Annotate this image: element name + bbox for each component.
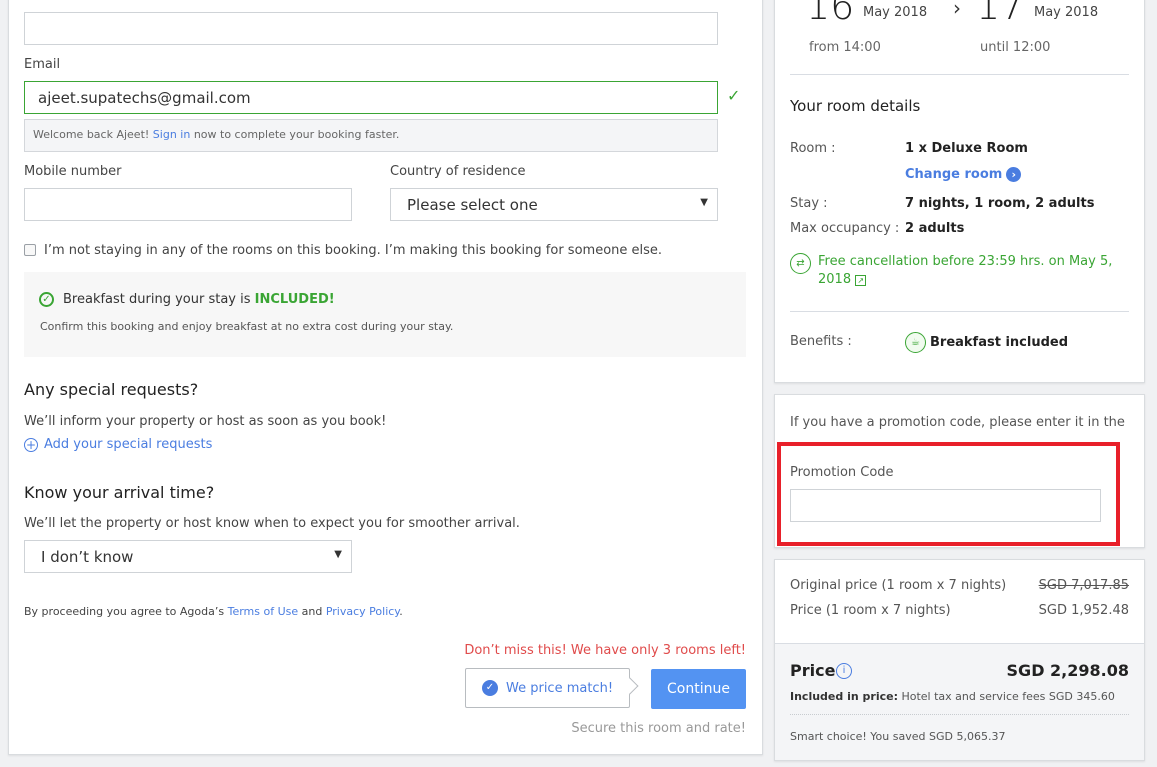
someone-else-label: I’m not staying in any of the rooms on t… xyxy=(44,243,663,258)
secure-room-text: Secure this room and rate! xyxy=(571,721,746,736)
free-cancellation-icon: ⇄ xyxy=(790,253,811,274)
welcome-back-hint: Welcome back Ajeet! Sign in now to compl… xyxy=(24,119,718,152)
arrival-desc: We’ll let the property or host know when… xyxy=(24,516,520,531)
check-badge-icon: ✓ xyxy=(482,680,498,696)
included-in-price: Included in price: Hotel tax and service… xyxy=(790,690,1115,703)
benefits-value: Breakfast included xyxy=(930,335,1069,350)
checkin-time: from 14:00 xyxy=(809,40,881,55)
email-label: Email xyxy=(24,57,61,72)
email-input[interactable]: ajeet.supatechs@gmail.com xyxy=(24,81,718,114)
chevron-right-icon: › xyxy=(1006,167,1022,182)
stay-label: Stay : xyxy=(790,196,828,211)
booking-summary-card xyxy=(774,0,1145,383)
add-special-requests-link[interactable]: + Add your special requests xyxy=(24,437,212,452)
total-price-value: SGD 2,298.08 xyxy=(1006,661,1129,680)
room-value: 1 x Deluxe Room xyxy=(905,141,1028,156)
dotted-divider xyxy=(790,714,1129,715)
promo-intro: If you have a promotion code, please ent… xyxy=(790,415,1125,430)
external-link-icon[interactable]: ↗ xyxy=(855,275,867,286)
special-requests-heading: Any special requests? xyxy=(24,380,199,399)
plus-circle-icon: + xyxy=(24,437,38,452)
arrival-heading: Know your arrival time? xyxy=(24,483,215,502)
price-value: SGD 1,952.48 xyxy=(1038,603,1129,618)
arrival-time-select[interactable]: I don’t know ▼ xyxy=(24,540,352,573)
stay-value: 7 nights, 1 room, 2 adults xyxy=(905,196,1095,211)
special-requests-desc: We’ll inform your property or host as so… xyxy=(24,414,387,429)
room-label: Room : xyxy=(790,141,836,156)
checkout-month: May 2018 xyxy=(1034,5,1099,20)
check-circle-icon: ✓ xyxy=(39,292,54,307)
total-price-label: Price xyxy=(790,661,836,680)
privacy-policy-link[interactable]: Privacy Policy xyxy=(326,605,399,618)
savings-text: Smart choice! You saved SGD 5,065.37 xyxy=(790,730,1006,743)
occupancy-value: 2 adults xyxy=(905,221,965,236)
checkin-day: 16 xyxy=(806,0,855,28)
benefits-label: Benefits : xyxy=(790,334,852,349)
mobile-input[interactable] xyxy=(24,188,352,221)
checkin-month: May 2018 xyxy=(863,5,928,20)
info-icon[interactable]: i xyxy=(836,663,852,679)
breakfast-title: Breakfast during your stay is INCLUDED! xyxy=(63,292,335,307)
change-room-link[interactable]: Change room › xyxy=(905,167,1022,182)
highlight-annotation-box xyxy=(777,442,1120,546)
continue-button[interactable]: Continue xyxy=(651,669,746,709)
sign-in-link[interactable]: Sign in xyxy=(153,128,191,141)
checkout-time: until 12:00 xyxy=(980,40,1051,55)
terms-of-use-link[interactable]: Terms of Use xyxy=(228,605,299,618)
price-match-badge[interactable]: ✓ We price match! xyxy=(465,668,630,708)
country-select[interactable]: Please select one ▼ xyxy=(390,188,718,221)
name-label: First and last name xyxy=(24,0,149,3)
dropdown-arrow-icon: ▼ xyxy=(700,197,708,208)
checkout-day: 17 xyxy=(976,0,1025,28)
free-cancellation-text: Free cancellation before 23:59 hrs. on M… xyxy=(818,254,1113,287)
breakfast-desc: Confirm this booking and enjoy breakfast… xyxy=(40,320,454,333)
breakfast-banner xyxy=(24,272,746,357)
divider xyxy=(790,311,1129,312)
someone-else-checkbox[interactable] xyxy=(24,244,36,256)
breakfast-icon: ☕ xyxy=(905,332,926,353)
country-label: Country of residence xyxy=(390,164,526,179)
urgency-message: Don’t miss this! We have only 3 rooms le… xyxy=(464,643,746,658)
divider xyxy=(790,74,1129,75)
original-price-value: SGD 7,017.85 xyxy=(1038,578,1129,593)
original-price-label: Original price (1 room x 7 nights) xyxy=(790,578,1007,593)
name-input[interactable] xyxy=(24,12,718,45)
dropdown-arrow-icon: ▼ xyxy=(334,549,342,560)
room-details-heading: Your room details xyxy=(790,97,921,115)
date-arrow-icon: › xyxy=(953,0,961,20)
occupancy-label: Max occupancy : xyxy=(790,221,900,236)
price-label: Price (1 room x 7 nights) xyxy=(790,603,951,618)
terms-text: By proceeding you agree to Agoda’s Terms… xyxy=(24,605,403,618)
mobile-label: Mobile number xyxy=(24,164,122,179)
valid-check-icon: ✓ xyxy=(727,86,741,105)
included-highlight: INCLUDED! xyxy=(254,292,335,307)
